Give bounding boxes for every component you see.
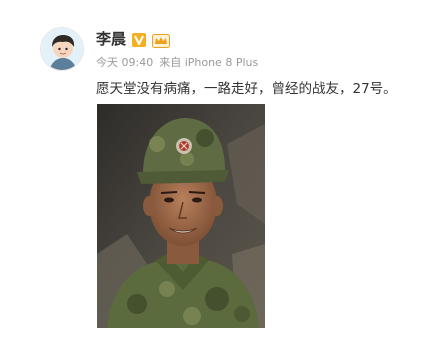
post-text: 愿天堂没有病痛，一路走好，曾经的战友，27号。: [96, 81, 397, 97]
post-meta: 今天 09:40 来自 iPhone 8 Plus: [96, 56, 258, 70]
verified-v-icon: [132, 33, 146, 47]
post-time[interactable]: 今天 09:40: [96, 56, 153, 69]
avatar[interactable]: [40, 27, 84, 71]
photo-soldier-icon: [97, 104, 265, 328]
post-source: 来自 iPhone 8 Plus: [159, 56, 259, 69]
member-crown-icon[interactable]: [152, 33, 170, 48]
weibo-post: 李晨 今天 09:40 来自 iPhone 8 Plus 愿天堂没有病痛，一路走好…: [0, 0, 438, 348]
post-image[interactable]: [97, 104, 265, 328]
user-name[interactable]: 李晨: [96, 30, 126, 48]
avatar-portrait-icon: [41, 28, 83, 70]
